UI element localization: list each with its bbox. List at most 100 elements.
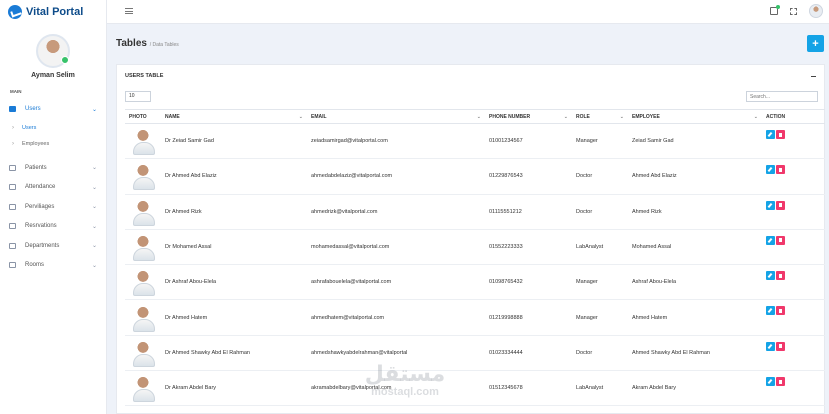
- fullscreen-icon[interactable]: [790, 7, 797, 15]
- name-cell: Dr Zeiad Samir Gad: [161, 123, 307, 160]
- column-header-phone[interactable]: PHONE NUMBER ⌄: [485, 109, 572, 124]
- name-cell: Dr Ahmed Abd Elaziz: [161, 158, 307, 195]
- phone-cell: 01098765432: [485, 264, 572, 301]
- chevron-down-icon: ⌄: [91, 223, 97, 230]
- delete-button[interactable]: [776, 306, 785, 316]
- sidebar-subitem-employees[interactable]: › Employees: [0, 136, 106, 152]
- sidebar-item-departments[interactable]: Departments ⌄: [0, 236, 106, 256]
- user-photo: [129, 162, 157, 191]
- name-cell: Dr Ahmed Hatem: [161, 299, 307, 336]
- breadcrumb[interactable]: / Data Tables: [150, 42, 179, 48]
- sidebar-item-label: Departments: [25, 242, 60, 249]
- name-cell: Dr Ahmed Rizk: [161, 194, 307, 230]
- email-cell: ahmedrizk@vitalportal.com: [307, 194, 485, 230]
- sidebar-subitem-label: Users: [22, 125, 37, 131]
- edit-button[interactable]: [766, 200, 775, 210]
- edit-button[interactable]: [766, 235, 775, 245]
- action-cell: [762, 370, 825, 407]
- menu-section-heading: MAIN: [10, 89, 22, 94]
- role-cell: Doctor: [572, 194, 628, 230]
- toggle-icon: [9, 203, 16, 210]
- sort-icon: ⌄: [298, 114, 303, 120]
- sidebar-item-resrvations[interactable]: Resrvations ⌄: [0, 217, 106, 237]
- table-row[interactable]: Dr Ahmed Abd Elaziz ahmedabdelaziz@vitalp…: [125, 158, 825, 195]
- search-input[interactable]: [746, 91, 818, 102]
- delete-button[interactable]: [776, 130, 785, 139]
- page-size-select[interactable]: 10: [125, 91, 151, 102]
- delete-button[interactable]: [776, 165, 785, 175]
- sidebar-item-rooms[interactable]: Rooms ⌄: [0, 256, 106, 276]
- action-cell: [762, 299, 825, 336]
- user-photo: [129, 338, 157, 367]
- table-row[interactable]: Dr Ahmed Shawky Abd El Rahman ahmedshawky…: [125, 335, 825, 372]
- user-photo: [129, 374, 157, 403]
- delete-button[interactable]: [776, 271, 785, 281]
- add-button[interactable]: +: [807, 35, 824, 52]
- role-cell: Manager: [572, 264, 628, 301]
- edit-button[interactable]: [766, 130, 775, 139]
- topbar-actions: [770, 4, 823, 18]
- table-row[interactable]: Dr Ashraf Abou-Elela ashrafabouelela@vita…: [125, 264, 825, 301]
- edit-button[interactable]: [766, 377, 775, 387]
- attendance-icon: [9, 184, 16, 191]
- edit-button[interactable]: [766, 306, 775, 316]
- role-cell: Doctor: [572, 158, 628, 195]
- delete-button[interactable]: [776, 377, 785, 387]
- table-row[interactable]: Dr Ahmed Hatem ahmedhatem@vitalportal.com…: [125, 299, 825, 336]
- chevron-down-icon: ⌄: [91, 165, 97, 172]
- chevron-down-icon: ⌄: [91, 243, 97, 250]
- brand[interactable]: Vital Portal: [0, 0, 106, 24]
- photo-cell: [125, 299, 161, 336]
- column-header-name[interactable]: NAME ⌄: [161, 109, 307, 124]
- edit-button[interactable]: [766, 271, 775, 281]
- delete-button[interactable]: [776, 200, 785, 210]
- menu-toggle-icon[interactable]: [125, 8, 133, 14]
- column-header-role[interactable]: ROLE ⌄: [572, 109, 628, 124]
- user-avatar[interactable]: [36, 34, 70, 68]
- notification-icon[interactable]: [770, 5, 780, 15]
- column-header-employee[interactable]: EMPLOYEE ⌄: [628, 109, 762, 124]
- chevron-right-icon: ›: [12, 141, 14, 147]
- sidebar-subitem-label: Employees: [22, 141, 50, 147]
- column-header-email[interactable]: EMAIL ⌄: [307, 109, 485, 124]
- table-row[interactable]: Dr Mohamed Assal mohamedassal@vitalportal…: [125, 229, 825, 266]
- action-cell: [762, 158, 825, 195]
- watermark: مستقل mostaql.com: [340, 362, 470, 399]
- phone-cell: 01219998888: [485, 299, 572, 336]
- edit-button[interactable]: [766, 341, 775, 351]
- action-cell: [762, 194, 825, 230]
- employee-cell: Ahmed Abd Elaziz: [628, 158, 762, 195]
- user-photo: [129, 197, 157, 226]
- table-row[interactable]: Dr Zeiad Samir Gad zeiadsamirgad@vitalpor…: [125, 123, 825, 160]
- table-body: Dr Zeiad Samir Gad zeiadsamirgad@vitalpor…: [125, 123, 825, 407]
- sidebar-item-perviliages[interactable]: Perviliages ⌄: [0, 197, 106, 217]
- user-name: Ayman Selim: [31, 72, 75, 79]
- sidebar-item-users[interactable]: Users ⌄: [0, 98, 106, 120]
- photo-cell: [125, 264, 161, 301]
- sidebar-item-patients[interactable]: Patients ⌄: [0, 158, 106, 178]
- delete-button[interactable]: [776, 341, 785, 351]
- delete-button[interactable]: [776, 235, 785, 245]
- users-table: PHOTO NAME ⌄ EMAIL ⌄ PHONE NUMBER ⌄ ROLE ⌄ E…: [125, 109, 825, 407]
- sidebar-item-label: Resrvations: [25, 223, 57, 230]
- edit-button[interactable]: [766, 165, 775, 175]
- action-cell: [762, 335, 825, 372]
- table-row[interactable]: Dr Ahmed Rizk ahmedrizk@vitalportal.com 01…: [125, 194, 825, 230]
- employee-cell: Ahmed Shawky Abd El Rahman: [628, 335, 762, 372]
- user-photo: [129, 233, 157, 262]
- photo-cell: [125, 123, 161, 160]
- table-row[interactable]: Dr Akram Abdel Bary akramabdelbary@vitalp…: [125, 370, 825, 407]
- column-header-photo[interactable]: PHOTO: [125, 109, 161, 124]
- topbar-avatar[interactable]: [809, 4, 823, 18]
- sidebar-subitem-users[interactable]: › Users: [0, 120, 106, 136]
- users-icon: [9, 106, 16, 112]
- role-cell: LabAnalyst: [572, 370, 628, 407]
- user-photo: [129, 127, 157, 156]
- action-cell: [762, 229, 825, 266]
- photo-cell: [125, 335, 161, 372]
- sidebar-item-label: Patients: [25, 164, 47, 171]
- minus-icon[interactable]: [811, 75, 816, 77]
- sidebar-item-attendance[interactable]: Attendance ⌄: [0, 178, 106, 198]
- chevron-down-icon: ⌄: [91, 204, 97, 211]
- phone-cell: 01115551212: [485, 194, 572, 230]
